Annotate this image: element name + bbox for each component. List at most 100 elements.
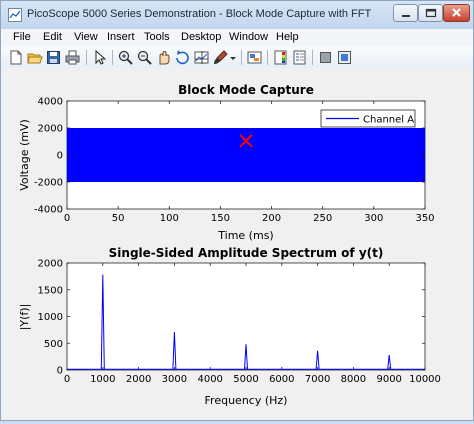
plot1-xtick-label: 50	[112, 213, 125, 224]
zoom-in-icon	[118, 50, 133, 65]
figure-canvas: Block Mode Capture 0 50 100 150 200 250 300 350…	[1, 68, 473, 420]
plot2-xtick-label: 2000	[126, 374, 151, 385]
plot1-ytick-label: 0	[57, 151, 63, 162]
toolbar-separator	[241, 50, 242, 65]
close-icon	[452, 8, 461, 17]
hide-plot-tools-icon	[320, 52, 331, 63]
colorbar-button[interactable]	[272, 49, 289, 66]
toolbar-separator	[267, 50, 268, 65]
show-plot-tools-icon	[338, 51, 351, 64]
plot2-title: Single-Sided Amplitude Spectrum of y(t)	[109, 246, 384, 260]
plot2-ytick-label: 0	[57, 366, 63, 377]
plot1-xtick-label: 300	[364, 213, 383, 224]
link-plot-icon	[247, 51, 262, 64]
pan-button[interactable]	[155, 49, 172, 66]
pointer-button[interactable]	[91, 49, 108, 66]
plot2-ytick-label: 500	[44, 339, 63, 350]
legend-label-channel-a: Channel A	[363, 115, 414, 126]
title-bar[interactable]: PicoScope 5000 Series Demonstration - Bl…	[1, 1, 473, 29]
plot1-ytick-label: -2000	[34, 178, 63, 189]
toolbar-separator	[112, 50, 113, 65]
save-button[interactable]	[45, 49, 62, 66]
pointer-icon	[95, 49, 107, 65]
plot1-xtick-label: 350	[415, 213, 434, 224]
menu-file[interactable]: File	[13, 31, 31, 43]
zoom-in-button[interactable]	[117, 49, 134, 66]
figure-window: PicoScope 5000 Series Demonstration - Bl…	[0, 0, 474, 421]
minimize-button[interactable]	[393, 4, 418, 22]
plot2-xtick-label: 0	[64, 374, 70, 385]
menu-insert[interactable]: Insert	[107, 31, 135, 43]
brush-icon	[214, 50, 228, 64]
plot2-xtick-label: 4000	[197, 374, 222, 385]
plot1-ytick-label: -4000	[34, 205, 63, 216]
menu-window[interactable]: Window	[229, 31, 268, 43]
print-button[interactable]	[64, 49, 81, 66]
toolbar-separator	[312, 50, 313, 65]
plot2-xtick-label: 5000	[233, 374, 258, 385]
plot2-xtick-label: 6000	[269, 374, 294, 385]
plot2-xtick-label: 3000	[162, 374, 187, 385]
link-plot-button[interactable]	[246, 49, 263, 66]
plot1-xtick-label: 150	[211, 213, 230, 224]
minimize-icon	[402, 15, 410, 17]
menu-tools[interactable]: Tools	[144, 31, 170, 43]
hide-plot-tools-button[interactable]	[317, 49, 334, 66]
brush-dropdown-icon	[230, 57, 236, 60]
plots-area: Block Mode Capture 0 50 100 150 200 250 300 350…	[18, 83, 441, 407]
menu-view[interactable]: View	[74, 31, 98, 43]
plot2-xtick-label: 10000	[409, 374, 441, 385]
maximize-icon	[425, 8, 437, 18]
new-figure-button[interactable]	[7, 49, 24, 66]
axes-block-capture[interactable]: Block Mode Capture 0 50 100 150 200 250 300 350…	[18, 83, 435, 242]
pan-icon	[159, 50, 170, 65]
brush-dropdown-button[interactable]	[229, 49, 237, 66]
plot1-xtick-label: 0	[64, 213, 70, 224]
legend-button[interactable]	[291, 49, 308, 66]
open-file-button[interactable]	[26, 49, 43, 66]
print-icon	[65, 50, 80, 65]
plot2-ytick-label: 1000	[38, 312, 63, 323]
toolbar-separator	[86, 50, 87, 65]
zoom-out-button[interactable]	[136, 49, 153, 66]
plot1-title: Block Mode Capture	[178, 83, 314, 97]
close-button[interactable]	[443, 4, 470, 22]
save-icon	[47, 51, 60, 64]
plot1-ylabel: Voltage (mV)	[18, 119, 31, 191]
plot1-xtick-label: 100	[160, 213, 179, 224]
plot2-axes-box	[66, 262, 426, 371]
channel-a-signal	[67, 128, 425, 182]
menu-help[interactable]: Help	[276, 31, 299, 43]
plot2-ytick-label: 1500	[38, 285, 63, 296]
plot1-xtick-label: 250	[313, 213, 332, 224]
plot2-ytick-label: 2000	[38, 259, 63, 270]
plot2-xtick-label: 9000	[376, 374, 401, 385]
plot2-xtick-label: 7000	[305, 374, 330, 385]
data-cursor-icon	[194, 51, 209, 64]
rotate-button[interactable]	[174, 49, 191, 66]
plot1-ytick-label: 2000	[38, 124, 63, 135]
figure-toolbar	[1, 47, 473, 69]
plot2-ylabel: |Y(f)|	[18, 304, 31, 331]
brush-button[interactable]	[212, 49, 229, 66]
window-title: PicoScope 5000 Series Demonstration - Bl…	[27, 8, 372, 20]
plot2-xtick-label: 8000	[341, 374, 366, 385]
show-plot-tools-button[interactable]	[336, 49, 353, 66]
plot1-xlabel: Time (ms)	[217, 229, 273, 242]
maximize-button[interactable]	[418, 4, 443, 22]
data-cursor-button[interactable]	[193, 49, 210, 66]
plot1-legend[interactable]: Channel A	[320, 109, 416, 128]
rotate-icon	[176, 50, 189, 65]
menu-desktop[interactable]: Desktop	[181, 31, 221, 43]
legend-icon	[293, 50, 306, 65]
plot2-xtick-label: 1000	[90, 374, 115, 385]
plot1-ytick-label: 4000	[38, 97, 63, 108]
plot1-xtick-label: 200	[262, 213, 281, 224]
new-figure-icon	[10, 50, 22, 65]
menu-edit[interactable]: Edit	[43, 31, 62, 43]
open-file-icon	[27, 53, 43, 64]
axes-spectrum[interactable]: Single-Sided Amplitude Spectrum of y(t) …	[18, 246, 441, 407]
colorbar-icon	[274, 50, 287, 65]
matlab-figure-icon	[8, 8, 22, 22]
menu-bar: File Edit View Insert Tools Desktop Wind…	[1, 29, 473, 47]
